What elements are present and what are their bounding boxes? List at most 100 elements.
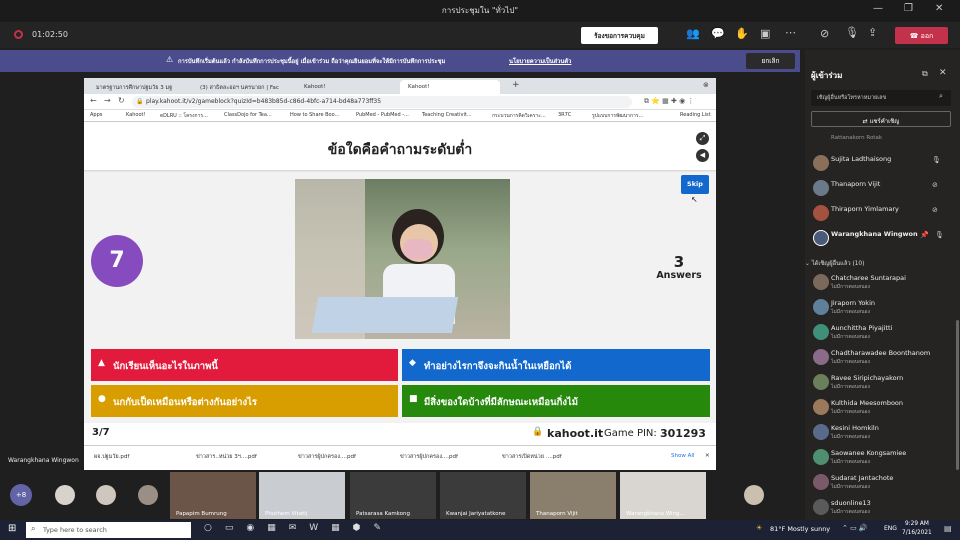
question-header: ข้อใดคือคำถามระดับต่ำ ⤢ ◀ [84, 123, 716, 170]
leave-button[interactable]: ☎ ออก [895, 27, 948, 44]
forward-icon[interactable]: → [104, 96, 111, 105]
privacy-policy-link[interactable]: นโยบายความเป็นส่วนตัว [509, 56, 571, 66]
avatar [813, 205, 829, 221]
download-item[interactable]: ข่าวสารเปิดหน่วย ....pdf [502, 453, 562, 461]
download-item[interactable]: ข่าวสาร..หน่วย 3ฯ....pdf [196, 453, 257, 461]
bookmark-item[interactable]: PubMed - PubMed -... [356, 112, 409, 118]
bookmark-item[interactable]: Kahoot! [126, 112, 146, 118]
countdown-timer: 7 [91, 235, 143, 287]
skip-button[interactable]: Skip [681, 175, 709, 194]
participant-row[interactable]: Warangkhana Wingwon 📌 🎙 [805, 226, 960, 251]
video-tile[interactable]: Phuthem Vitatij [259, 472, 345, 519]
scrollbar[interactable] [956, 320, 959, 470]
show-all-link[interactable]: Show All [671, 453, 694, 459]
video-tile[interactable]: Kwanjai Jariyatatkone [440, 472, 526, 519]
download-item[interactable]: ข่าวสารผู้ปกครอง....pdf [298, 453, 356, 461]
bookmark-item[interactable]: รูปแบบการพัฒนาการ... [592, 112, 643, 120]
browser-tab[interactable]: Kahoot! [296, 80, 396, 94]
avatar [813, 230, 829, 246]
answer-red[interactable]: ▲ นักเรียนเห็นอะไรในภาพนี้ [91, 349, 398, 381]
suggested-participant-row[interactable]: Chadtharawadee Boonthanom ไม่มีการตอบสนอง [805, 345, 960, 370]
clock-date[interactable]: 7/16/2021 [902, 530, 932, 536]
participant-name: Kesini Homkiln [831, 424, 879, 432]
window-titlebar: การประชุมใน "ทั่วไป" — ❐ ✕ [0, 0, 960, 22]
participant-row[interactable]: Thanaporn Vijit ⊘ [805, 176, 960, 201]
url-field[interactable]: 🔒 play.kahoot.it/v2/gameblock?quizId=b48… [132, 96, 632, 108]
browser-tab-active[interactable]: Kahoot! [400, 80, 500, 94]
suggested-participant-row[interactable]: Kesini Homkiln ไม่มีการตอบสนอง [805, 420, 960, 445]
suggested-participant-row[interactable]: Ravee Siripichayakorn ไม่มีการตอบสนอง [805, 370, 960, 395]
invite-search-input[interactable]: เชิญผู้อื่นหรือโทรหาหมายเลข ⌕ [811, 90, 951, 106]
bookmark-item[interactable]: eDLRU :: โครงการ... [160, 112, 208, 120]
suggested-participant-row[interactable]: Sudarat Jantachote ไม่มีการตอบสนอง [805, 470, 960, 495]
avatar [96, 485, 116, 505]
browser-tab[interactable]: (3) สาธิตละออฯ นครนายก | Fac [192, 80, 294, 94]
close-icon[interactable]: ✕ [935, 3, 943, 14]
suggested-participant-row[interactable]: Aunchittha Piyajitti ไม่มีการตอบสนอง [805, 320, 960, 345]
participants-icon[interactable]: 👥 [686, 27, 700, 40]
dismiss-button[interactable]: ยกเลิก [746, 53, 795, 69]
tray-icons[interactable]: ⌃ ▭ 🔊 [842, 524, 868, 532]
raise-hand-icon[interactable]: ✋ [735, 27, 749, 40]
taskbar-apps[interactable]: ○▭◉▦✉W▦⬢✎ [204, 523, 394, 533]
bookmark-item[interactable]: 3R7C [558, 112, 571, 118]
maximize-icon[interactable]: ❐ [904, 3, 913, 14]
bookmark-item[interactable]: กระบวนการคิดวิเคราะ... [492, 112, 546, 120]
avatar [813, 299, 829, 315]
bookmark-item[interactable]: Apps [90, 112, 102, 118]
banner-text: การบันทึกเริ่มต้นแล้ว กำลังบันทึกการประช… [178, 59, 446, 65]
download-item[interactable]: ข่าวสารผู้ปกครอง....pdf [400, 453, 458, 461]
pin-icon[interactable]: 📌 [920, 231, 929, 239]
video-tile[interactable]: Papapim Bumrung [170, 472, 256, 519]
suggested-participant-row[interactable]: Jiraporn Yokin ไม่มีการตอบสนอง [805, 295, 960, 320]
browser-menu-icon[interactable]: ⊗ [703, 81, 709, 89]
reload-icon[interactable]: ↻ [118, 96, 125, 105]
suggested-participant-row[interactable]: Kulthida Meesomboon ไม่มีการตอบสนอง [805, 395, 960, 420]
video-tile[interactable]: Thanaporn Vijit [530, 472, 616, 519]
download-item[interactable]: ผจ.ปฐมวัย.pdf [94, 453, 129, 461]
suggested-participant-row[interactable]: Saowanee Kongsamiee ไม่มีการตอบสนอง [805, 445, 960, 470]
more-options-icon[interactable]: ⋯ [785, 26, 796, 39]
participant-row[interactable]: Thiraporn Yimlamary ⊘ [805, 201, 960, 226]
suggested-header[interactable]: ⌄ ได้เชิญผู้อื่นแล้ว (10) [805, 258, 864, 268]
shared-browser-window: มาตรฐานการศึกษาปฐมวัย 3 มฐ (3) สาธิตละออ… [84, 78, 716, 445]
close-panel-icon[interactable]: ✕ [939, 68, 947, 78]
windows-start-icon[interactable]: ⊞ [8, 523, 16, 534]
bookmark-item[interactable]: Teaching Creativit... [422, 112, 472, 118]
popout-icon[interactable]: ⧉ [922, 69, 928, 79]
answer-text: ทำอย่างไรกาจึงจะกินน้ำในเหยือกได้ [424, 361, 572, 372]
answer-green[interactable]: ■ มีสิ่งของใดบ้างที่มีลักษณะเหมือนกิ่งไม… [402, 385, 710, 417]
answer-yellow[interactable]: ● นกกับเป็ดเหมือนหรือต่างกันอย่างไร [91, 385, 398, 417]
fullscreen-icon[interactable]: ⤢ [696, 132, 709, 145]
back-icon[interactable]: ← [90, 96, 97, 105]
new-tab-icon[interactable]: + [512, 80, 520, 90]
minimize-icon[interactable]: — [873, 3, 883, 14]
video-tile[interactable]: Warangkhana Wing... [620, 472, 706, 519]
mic-off-icon[interactable]: 🎙 [845, 26, 859, 39]
video-tile[interactable]: Patsarasa Kamkong [350, 472, 436, 519]
answers-count: 3 [673, 253, 685, 271]
share-invite-button[interactable]: ⇄ แชร์คำเชิญ [811, 111, 951, 127]
answer-blue[interactable]: ◆ ทำอย่างไรกาจึงจะกินน้ำในเหยือกได้ [402, 349, 710, 381]
taskbar-search-box[interactable]: ⌕ Type here to search [26, 522, 191, 538]
suggested-participant-row[interactable]: sduonline13 ไม่มีการตอบสนอง [805, 495, 960, 520]
language-indicator[interactable]: ENG [884, 525, 897, 532]
sound-icon[interactable]: ◀ [696, 149, 709, 162]
browser-tab[interactable]: มาตรฐานการศึกษาปฐมวัย 3 มฐ [88, 80, 190, 94]
participant-row[interactable]: Sujita Ladthaisong 🎙 [805, 151, 960, 176]
request-control-button[interactable]: ร้องขอการควบคุม [581, 27, 658, 44]
notifications-icon[interactable]: ▤ [944, 524, 952, 533]
suggested-participant-row[interactable]: Chatcharee Suntarapai ไม่มีการตอบสนอง [805, 270, 960, 295]
close-downloads-icon[interactable]: ✕ [705, 453, 710, 459]
bookmark-item[interactable]: How to Share Boo... [290, 112, 339, 118]
clock-time[interactable]: 9:29 AM [905, 521, 929, 527]
camera-off-icon[interactable]: ⊘ [820, 27, 829, 40]
bookmark-item[interactable]: ClassDojo for Tea... [224, 112, 272, 118]
chat-icon[interactable]: 💬 [711, 27, 725, 40]
rooms-icon[interactable]: ▣ [760, 27, 770, 40]
more-participants-badge[interactable]: +8 [10, 484, 32, 506]
weather-text[interactable]: 81°F Mostly sunny [770, 525, 830, 533]
share-tray-icon[interactable]: ⇪ [868, 26, 877, 39]
reading-list[interactable]: Reading List [680, 112, 711, 118]
extensions-icon[interactable]: ⧉ ⭐ ▦ ✚ ◉ ⋮ [644, 97, 694, 106]
